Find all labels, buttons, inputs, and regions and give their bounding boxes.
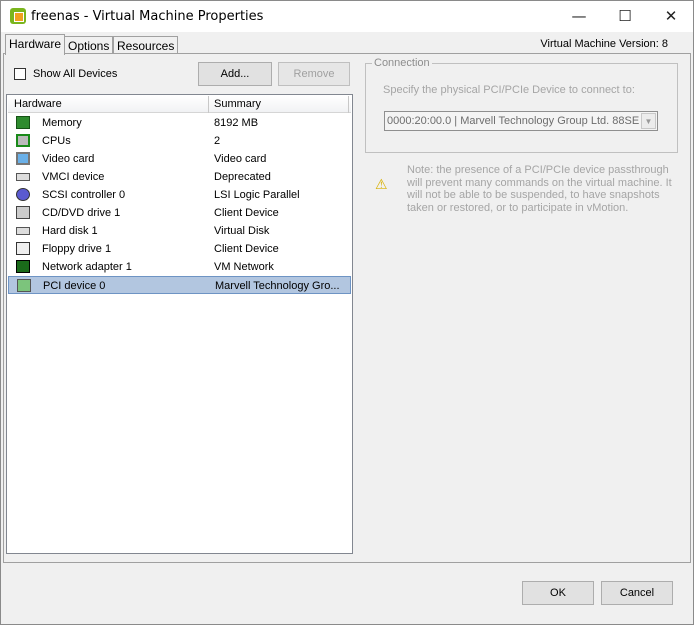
table-row[interactable]: Memory 8192 MB <box>8 114 351 132</box>
cpu-icon <box>16 134 30 147</box>
row-summary: 8192 MB <box>214 117 259 129</box>
minimize-button[interactable]: — <box>556 1 602 32</box>
row-summary: LSI Logic Parallel <box>214 189 300 201</box>
maximize-button[interactable]: ☐ <box>602 1 648 32</box>
passthrough-note: Note: the presence of a PCI/PCIe device … <box>407 164 672 214</box>
table-row[interactable]: CPUs 2 <box>8 132 351 150</box>
row-summary: VM Network <box>214 261 274 273</box>
row-hardware-name: SCSI controller 0 <box>42 189 126 201</box>
title-bar: freenas - Virtual Machine Properties — ☐… <box>1 1 693 32</box>
column-divider[interactable] <box>208 96 209 113</box>
window-title: freenas - Virtual Machine Properties <box>31 9 264 24</box>
table-row[interactable]: PCI device 0 Marvell Technology Gro... <box>8 276 351 294</box>
memory-icon <box>16 116 30 129</box>
row-hardware-name: Network adapter 1 <box>42 261 132 273</box>
table-row[interactable]: Network adapter 1 VM Network <box>8 258 351 276</box>
pci-device-selected: 0000:20:00.0 | Marvell Technology Group … <box>387 115 640 127</box>
row-summary: 2 <box>214 135 221 147</box>
monitor-icon <box>16 152 30 165</box>
row-summary: Client Device <box>214 243 279 255</box>
cd-drive-icon <box>16 206 30 219</box>
hardware-list[interactable]: Hardware Summary Memory 8192 MB CPUs 2 Video… <box>6 94 353 554</box>
floppy-icon <box>16 242 30 255</box>
connection-legend: Connection <box>374 57 430 69</box>
table-row[interactable]: Floppy drive 1 Client Device <box>8 240 351 258</box>
row-hardware-name: Floppy drive 1 <box>42 243 112 255</box>
row-summary: Marvell Technology Gro... <box>215 280 340 292</box>
row-summary: Client Device <box>214 207 279 219</box>
tab-hardware[interactable]: Hardware <box>5 34 66 55</box>
row-summary: Video card <box>214 153 267 165</box>
row-hardware-name: CD/DVD drive 1 <box>42 207 121 219</box>
header-hardware[interactable]: Hardware <box>14 98 62 110</box>
table-row[interactable]: SCSI controller 0 LSI Logic Parallel <box>8 186 351 204</box>
tab-options[interactable]: Options <box>64 36 114 54</box>
column-divider[interactable] <box>348 96 349 113</box>
row-hardware-name: VMCI device <box>42 171 105 183</box>
tab-resources[interactable]: Resources <box>113 36 179 54</box>
table-row[interactable]: Hard disk 1 Virtual Disk <box>8 222 351 240</box>
ok-button[interactable]: OK <box>522 581 594 605</box>
add-button[interactable]: Add... <box>198 62 272 86</box>
list-header: Hardware Summary <box>8 96 351 113</box>
row-summary: Deprecated <box>214 171 271 183</box>
chevron-down-icon[interactable]: ▼ <box>641 113 656 129</box>
table-row[interactable]: Video card Video card <box>8 150 351 168</box>
remove-button[interactable]: Remove <box>278 62 350 86</box>
connection-label: Specify the physical PCI/PCIe Device to … <box>383 84 635 96</box>
hard-disk-icon <box>16 227 30 235</box>
row-hardware-name: Memory <box>42 117 82 129</box>
row-hardware-name: PCI device 0 <box>43 280 106 292</box>
network-adapter-icon <box>16 260 30 273</box>
close-button[interactable]: ✕ <box>648 1 694 32</box>
warning-icon: ⚠ <box>375 176 388 192</box>
vm-properties-window: freenas - Virtual Machine Properties — ☐… <box>0 0 694 625</box>
cancel-button[interactable]: Cancel <box>601 581 673 605</box>
pci-card-icon <box>17 279 31 292</box>
scsi-icon <box>16 188 30 201</box>
row-hardware-name: Hard disk 1 <box>42 225 98 237</box>
device-icon <box>16 173 30 181</box>
table-row[interactable]: VMCI device Deprecated <box>8 168 351 186</box>
vsphere-app-icon <box>10 8 26 24</box>
show-all-devices-label[interactable]: Show All Devices <box>33 68 117 80</box>
show-all-devices-checkbox[interactable] <box>14 68 26 80</box>
row-summary: Virtual Disk <box>214 225 270 237</box>
pci-device-dropdown[interactable]: 0000:20:00.0 | Marvell Technology Group … <box>384 111 658 131</box>
connection-group: Connection <box>365 57 678 153</box>
table-row[interactable]: CD/DVD drive 1 Client Device <box>8 204 351 222</box>
row-hardware-name: Video card <box>42 153 95 165</box>
vm-version: Virtual Machine Version: 8 <box>540 38 668 50</box>
row-hardware-name: CPUs <box>42 135 71 147</box>
header-summary[interactable]: Summary <box>214 98 261 110</box>
